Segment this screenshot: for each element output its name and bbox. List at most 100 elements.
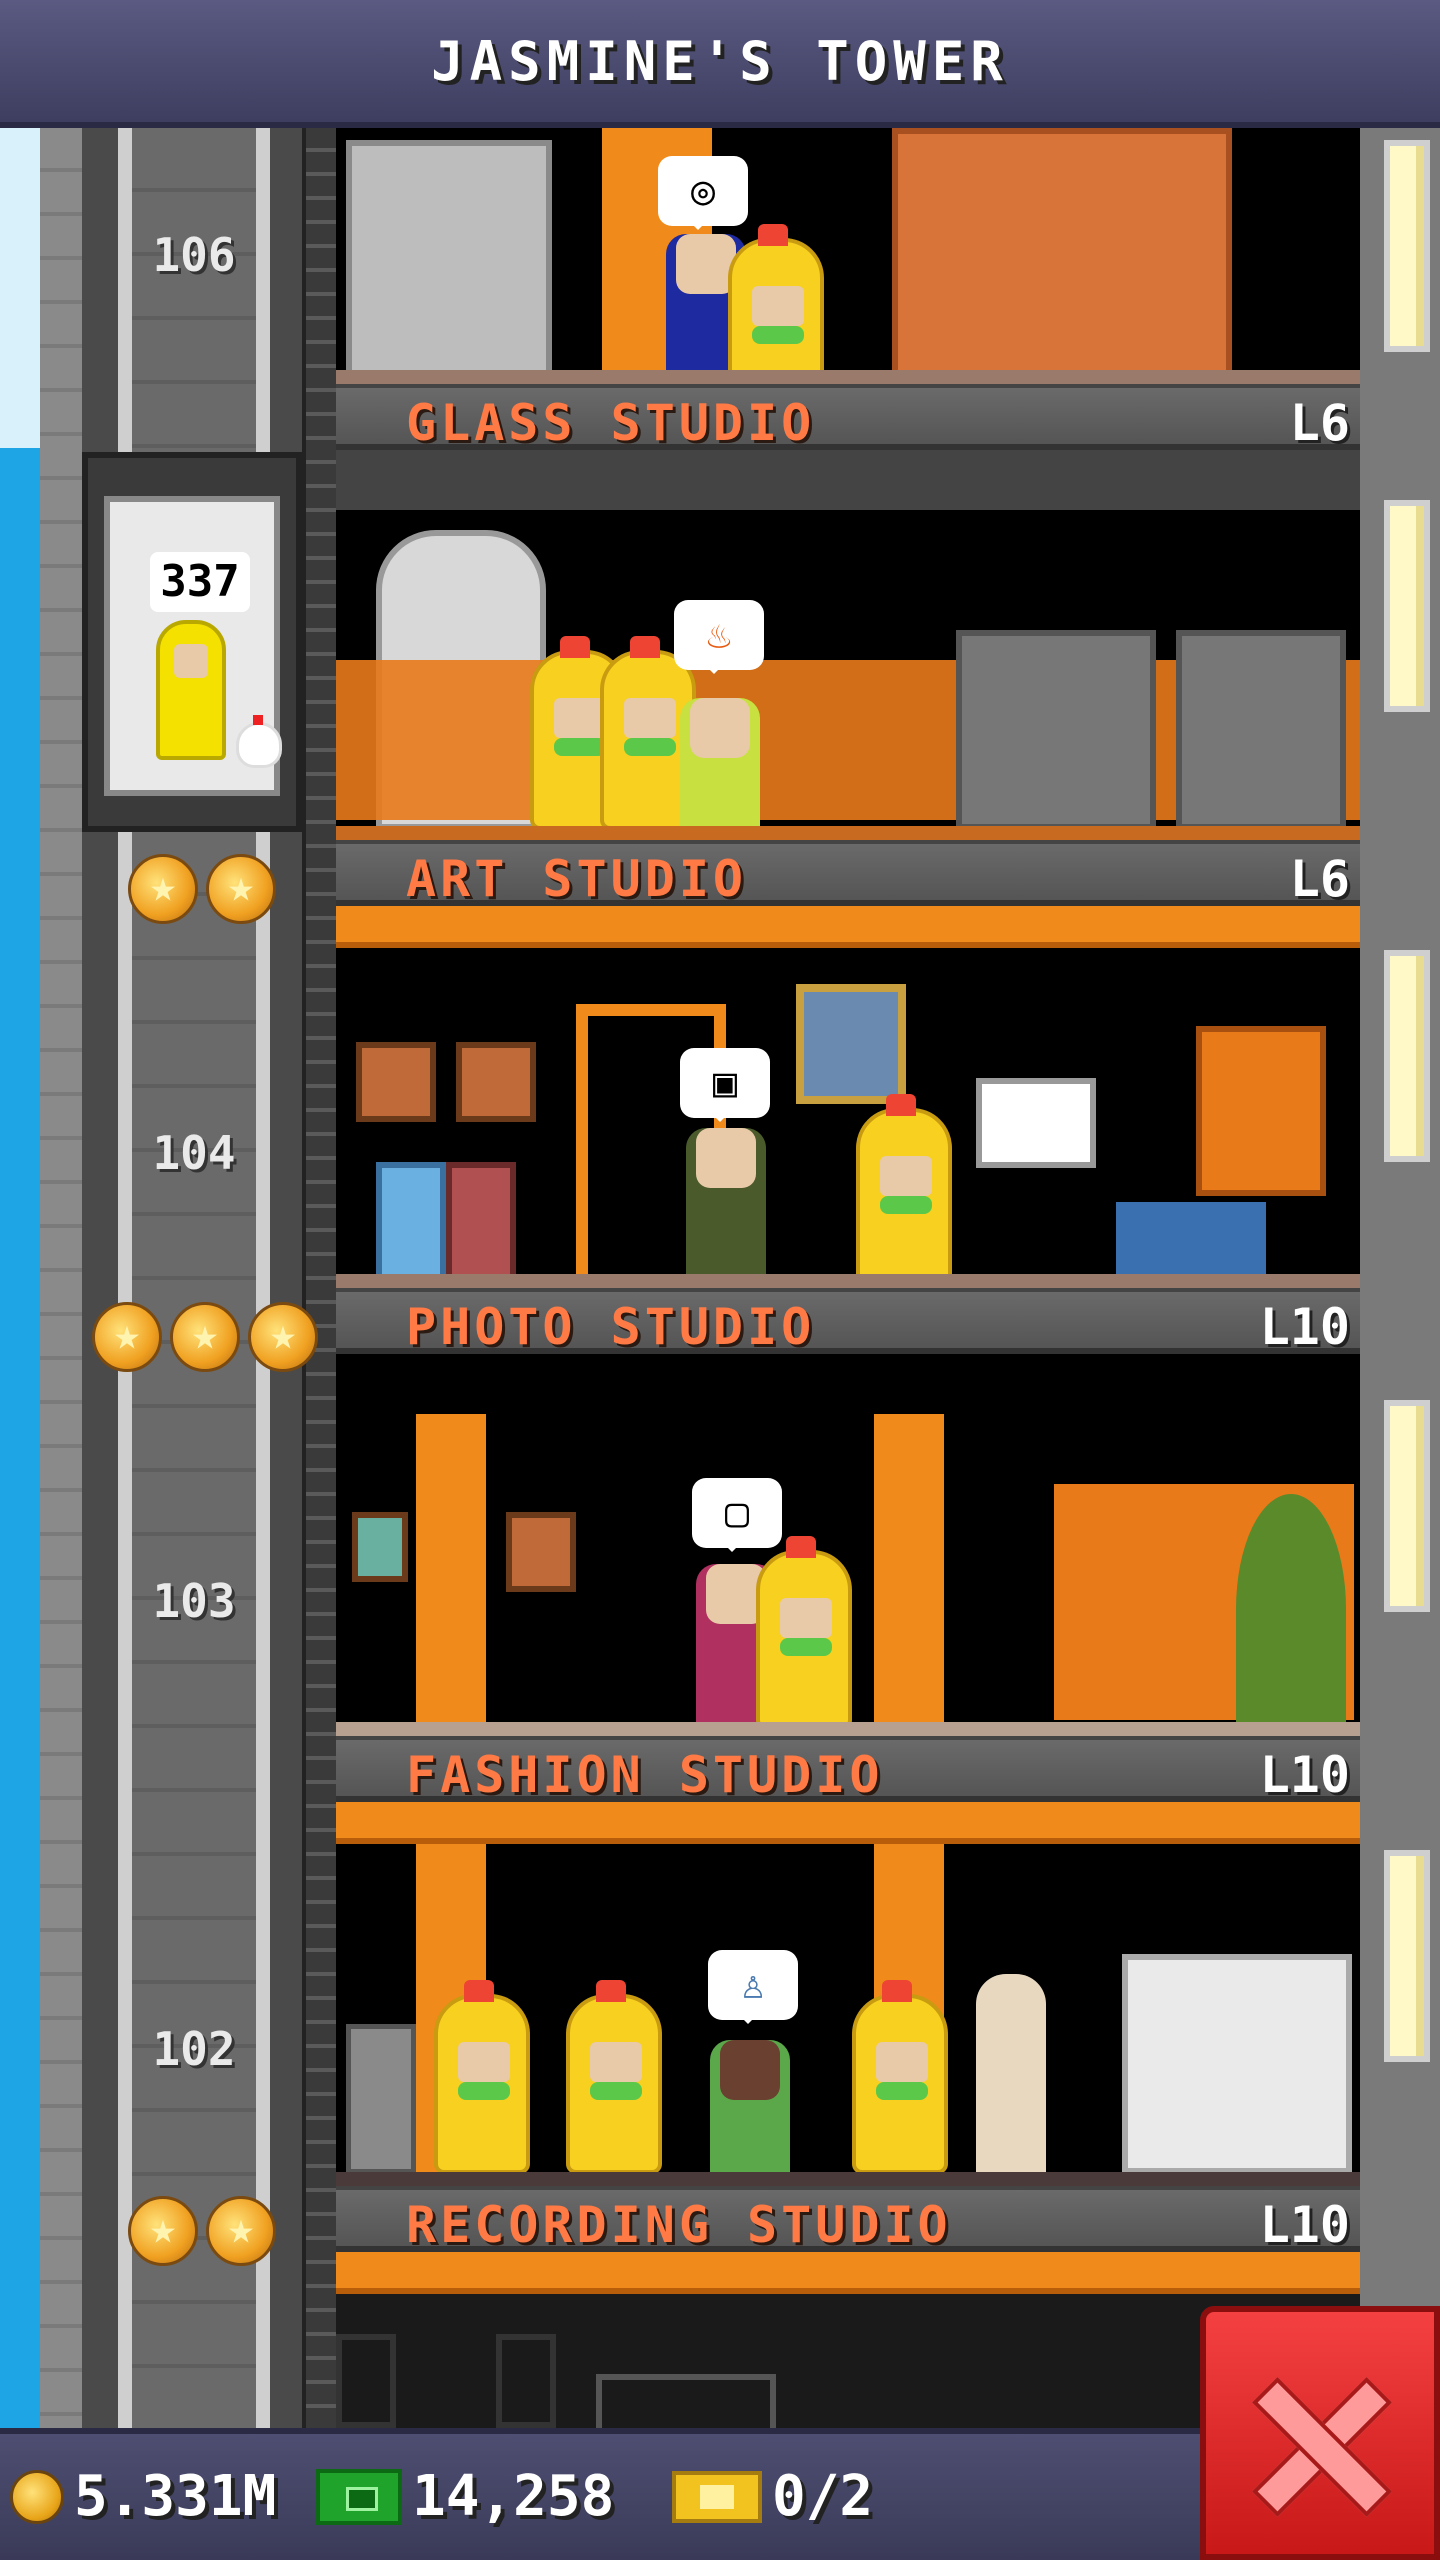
floor-beam (336, 906, 1360, 948)
elevator[interactable]: 337 (82, 452, 302, 832)
tower-title[interactable]: JASMINE'S TOWER (431, 30, 1009, 93)
star-icon: ★ (206, 854, 276, 924)
shaft-floor-number: 103 (152, 1574, 236, 1628)
right-window (1384, 1850, 1430, 2062)
right-window (1384, 140, 1430, 352)
picture-frame (352, 1512, 408, 1582)
star-icon: ★ (128, 854, 198, 924)
star-icon: ★ (128, 2196, 198, 2266)
coins-counter[interactable]: 5.331M (10, 2464, 276, 2529)
elevator-passenger[interactable] (156, 620, 226, 760)
shelf (1176, 630, 1346, 830)
outer-wall (40, 128, 86, 2428)
right-wall (1360, 128, 1440, 2428)
tower-girder (302, 128, 340, 2428)
window (336, 2334, 396, 2428)
floor-label-bar[interactable]: ART STUDIO L6 (336, 840, 1360, 908)
close-icon (1246, 2372, 1386, 2512)
star-icon: ★ (92, 1302, 162, 1372)
shelf (956, 630, 1156, 830)
coins-value: 5.331M (74, 2464, 277, 2529)
close-button[interactable] (1200, 2306, 1440, 2560)
duck-costume-resident[interactable] (434, 1980, 530, 2174)
plant (1236, 1494, 1346, 1724)
tickets-counter[interactable]: 0/2 (672, 2464, 873, 2529)
bux-icon (316, 2468, 402, 2525)
picture-frame (456, 1042, 536, 1122)
star-icon: ★ (206, 2196, 276, 2266)
shelf (892, 128, 1232, 384)
chicken-icon (236, 715, 282, 768)
duck-costume-resident[interactable] (856, 1094, 952, 1288)
floor-label-bar[interactable]: GLASS STUDIO L6 (336, 384, 1360, 452)
figurine-icon: ♙ (708, 1950, 798, 2024)
resident[interactable] (680, 698, 760, 840)
right-window (1384, 500, 1430, 712)
canvas (976, 1078, 1096, 1168)
floor-art-studio[interactable]: ♨ (336, 450, 1360, 840)
coin-icon (10, 2469, 64, 2524)
floor-label-bar[interactable]: FASHION STUDIO L10 (336, 1736, 1360, 1804)
cabinet (1116, 1202, 1266, 1282)
floor-level: L10 (1259, 2196, 1350, 2254)
bux-value: 14,258 (412, 2464, 615, 2529)
star-rating: ★ ★ ★ (92, 1302, 318, 1372)
mannequin (976, 1974, 1046, 2174)
ceiling-lights (336, 450, 1360, 510)
elevator-passenger-count: 337 (150, 552, 250, 612)
bux-counter[interactable]: 14,258 (316, 2464, 614, 2529)
star-icon: ★ (170, 1302, 240, 1372)
shaft-floor-number: 104 (152, 1126, 236, 1180)
resident[interactable] (686, 1128, 766, 1288)
floor-name: GLASS STUDIO (406, 394, 816, 452)
duck-costume-resident[interactable] (728, 224, 824, 384)
fabric-shelf (1122, 1954, 1352, 2174)
resident[interactable] (710, 2040, 790, 2186)
ticket-icon (672, 2470, 762, 2523)
floor-label-bar[interactable]: RECORDING STUDIO L10 (336, 2186, 1360, 2254)
right-window (1384, 1400, 1430, 1612)
flame-icon: ♨ (674, 600, 764, 674)
cabinet (346, 140, 552, 376)
painting (796, 984, 906, 1104)
floor-fashion-studio[interactable]: ▢ (336, 1354, 1360, 1736)
picture-frame (356, 1042, 436, 1122)
star-icon: ★ (248, 1302, 318, 1372)
star-rating: ★ ★ (128, 2196, 276, 2266)
floor-recording-studio[interactable]: ♙ (336, 1844, 1360, 2186)
floor-name: FASHION STUDIO (406, 1746, 884, 1804)
window (1196, 1026, 1326, 1196)
floor-name: PHOTO STUDIO (406, 1298, 816, 1356)
pillar (416, 1414, 486, 1734)
floor-beam (336, 2252, 1360, 2294)
duck-costume-resident[interactable] (566, 1980, 662, 2174)
floor-beam (336, 1802, 1360, 1844)
swirl-icon: ◎ (658, 156, 748, 230)
floor-label-bar[interactable]: PHOTO STUDIO L10 (336, 1288, 1360, 1356)
picture-frame (506, 1512, 576, 1592)
shaft-floor-number: 106 (152, 228, 236, 282)
right-window (1384, 950, 1430, 1162)
doorway (596, 2374, 776, 2428)
shaft-floor-number: 102 (152, 2022, 236, 2076)
floor-level: L10 (1259, 1746, 1350, 1804)
floor-level: L6 (1289, 850, 1350, 908)
duck-costume-resident[interactable] (756, 1536, 852, 1730)
duck-costume-resident[interactable] (852, 1980, 948, 2174)
elevator-car[interactable]: 337 (104, 496, 282, 796)
floor-glass-studio[interactable]: ◎ (336, 128, 1360, 384)
painting (446, 1162, 516, 1282)
top-bar: JASMINE'S TOWER (0, 0, 1440, 128)
floor-level: L10 (1259, 1298, 1350, 1356)
frame-icon: ▣ (680, 1048, 770, 1122)
floor-photo-studio[interactable]: ▣ (336, 948, 1360, 1288)
floor-name: ART STUDIO (406, 850, 748, 908)
floor-level: L6 (1289, 394, 1350, 452)
tickets-value: 0/2 (772, 2464, 874, 2529)
window (496, 2334, 556, 2428)
photo-icon: ▢ (692, 1478, 782, 1552)
painting (376, 1162, 446, 1282)
sky-background (0, 128, 40, 2428)
star-rating: ★ ★ (128, 854, 276, 924)
floor-name: RECORDING STUDIO (406, 2196, 952, 2254)
